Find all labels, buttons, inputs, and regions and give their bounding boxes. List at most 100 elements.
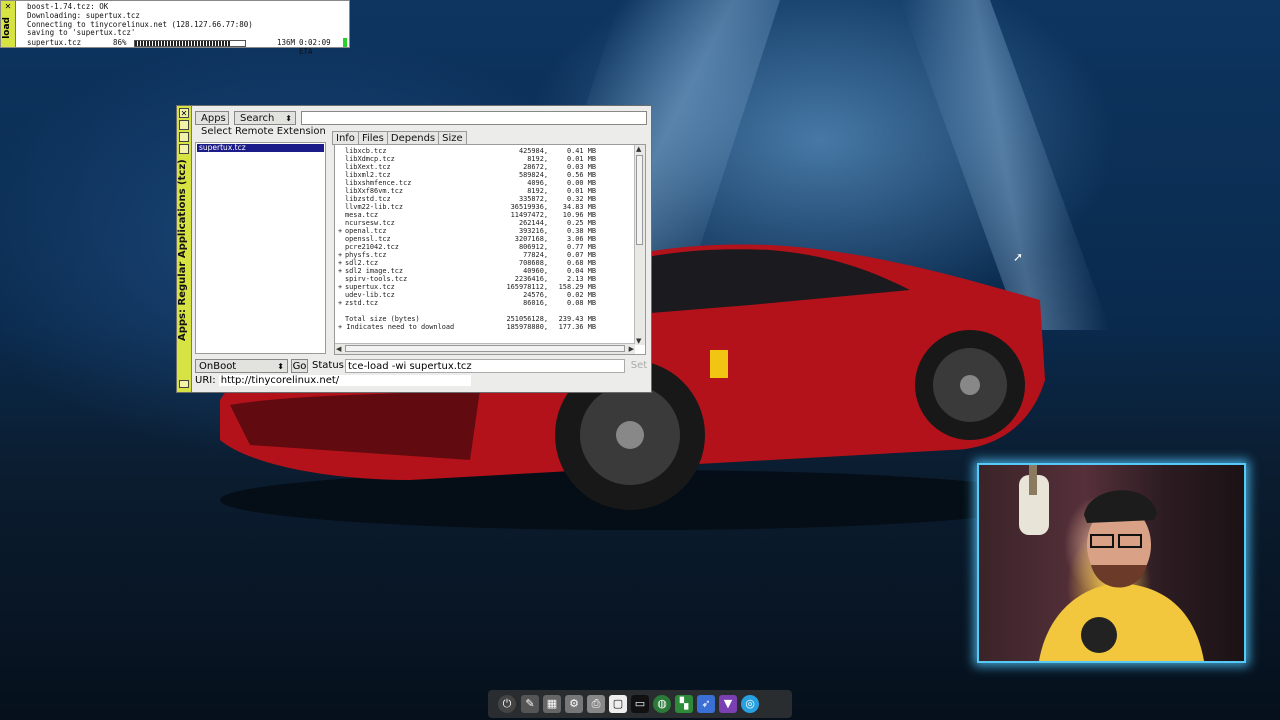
package-download-flag <box>338 291 345 299</box>
package-download-flag: + <box>338 251 343 259</box>
download-bytes: 185978880, <box>506 323 549 331</box>
package-mb: 0.08 MB <box>566 299 596 307</box>
close-icon[interactable]: ✕ <box>179 108 189 118</box>
package-download-flag <box>338 195 345 203</box>
install-mode-label: OnBoot <box>199 361 237 372</box>
package-name: libXext.tcz <box>345 163 391 171</box>
settings-gear-icon[interactable]: ⚙ <box>565 695 583 713</box>
power-icon[interactable]: ⏻ <box>498 695 516 713</box>
vertical-scrollbar[interactable]: ▲ ▼ <box>634 145 645 345</box>
printer-icon[interactable]: ⎙ <box>587 695 605 713</box>
package-mb: 0.00 MB <box>566 179 596 187</box>
package-bytes: 86016, <box>523 299 548 307</box>
package-bytes: 2236416, <box>514 275 548 283</box>
extension-list-item[interactable]: supertux.tcz <box>197 144 324 152</box>
terminal-icon[interactable]: ▭ <box>631 695 649 713</box>
package-mb: 10.96 MB <box>562 211 596 219</box>
package-download-flag <box>338 275 345 283</box>
action-row: OnBoot ⬍ Go Status tce-load -wi supertux… <box>195 359 649 373</box>
terminal-side-label: load <box>2 17 12 39</box>
package-bytes: 4096, <box>527 179 548 187</box>
horizontal-scrollbar[interactable]: ◀ ▶ <box>335 343 635 354</box>
swift-icon[interactable]: ➶ <box>697 695 715 713</box>
package-name: udev-lib.tcz <box>345 291 395 299</box>
resize-handle[interactable] <box>179 380 189 388</box>
package-name: libxml2.tcz <box>345 171 391 179</box>
select-extension-label: Select Remote Extension <box>201 126 326 137</box>
url-row: URI: http://tinycorelinux.net/ <box>195 375 471 386</box>
search-input[interactable] <box>301 111 647 125</box>
scroll-right-icon[interactable]: ▶ <box>629 345 634 353</box>
scroll-up-icon[interactable]: ▲ <box>636 145 641 153</box>
menu-icon[interactable] <box>179 144 189 154</box>
safari-icon[interactable]: ◎ <box>741 695 759 713</box>
tab-info[interactable]: Info <box>332 131 359 145</box>
package-name: pcre21042.tcz <box>345 243 399 251</box>
package-name: sdl2 image.tcz <box>345 267 404 275</box>
package-download-flag <box>338 171 345 179</box>
maximize-icon[interactable] <box>179 132 189 142</box>
package-download-flag: + <box>338 267 343 275</box>
scroll-thumb[interactable] <box>345 345 625 352</box>
globe-icon[interactable]: ◍ <box>653 695 671 713</box>
tab-files[interactable]: Files <box>357 131 388 145</box>
package-row: libxcb.tcz 425984, 0.41 MB <box>338 147 596 155</box>
package-mb: 0.41 MB <box>566 147 596 155</box>
search-mode-label: Search <box>240 113 275 124</box>
apps-grid-icon[interactable]: ▚ <box>675 695 693 713</box>
package-download-flag <box>338 147 345 155</box>
progress-filename: supertux.tcz <box>27 38 82 47</box>
package-download-flag <box>338 219 345 227</box>
chevron-updown-icon: ⬍ <box>285 114 292 123</box>
close-icon[interactable]: ✕ <box>3 2 13 11</box>
minimize-icon[interactable] <box>179 120 189 130</box>
tab-depends[interactable]: Depends <box>386 131 440 145</box>
package-bytes: 708608, <box>518 259 548 267</box>
package-row: + supertux.tcz 165978112, 158.29 MB <box>338 283 596 291</box>
download-progress-bar <box>134 40 246 47</box>
package-download-flag: + <box>338 283 343 291</box>
control-panel-icon[interactable]: ▦ <box>543 695 561 713</box>
package-row: ncursesw.tcz 262144, 0.25 MB <box>338 219 596 227</box>
package-name: openssl.tcz <box>345 235 391 243</box>
package-row: libzstd.tcz 335872, 0.32 MB <box>338 195 596 203</box>
go-button[interactable]: Go <box>291 359 308 373</box>
package-name: mesa.tcz <box>345 211 379 219</box>
scroll-thumb[interactable] <box>636 155 643 245</box>
taskbar-dock: ⏻ ✎ ▦ ⚙ ⎙ ▢ ▭ ◍ ▚ ➶ ▼ ◎ <box>488 690 792 718</box>
url-field[interactable]: http://tinycorelinux.net/ <box>218 375 471 386</box>
search-mode-select[interactable]: Search ⬍ <box>234 111 296 125</box>
terminal-line: saving to 'supertux.tcz' <box>27 28 136 38</box>
desktop-icon[interactable]: ▢ <box>609 695 627 713</box>
package-row: + sdl2 image.tcz 40960, 0.04 MB <box>338 267 596 275</box>
package-row: libXxf86vm.tcz 8192, 0.01 MB <box>338 187 596 195</box>
install-mode-select[interactable]: OnBoot ⬍ <box>195 359 288 373</box>
package-bytes: 8192, <box>527 187 548 195</box>
scroll-down-icon[interactable]: ▼ <box>636 337 641 345</box>
package-bytes: 40960, <box>523 267 548 275</box>
tab-size[interactable]: Size <box>438 131 467 145</box>
package-mb: 3.06 MB <box>566 235 596 243</box>
size-info-panel: libxcb.tcz 425984, 0.41 MB libXdmcp.tcz 8192… <box>334 144 646 355</box>
package-bytes: 806912, <box>518 243 548 251</box>
package-bytes: 393216, <box>518 227 548 235</box>
package-bytes: 335872, <box>518 195 548 203</box>
apps-button[interactable]: Apps <box>195 111 229 125</box>
set-button[interactable]: Set <box>629 359 649 373</box>
brave-icon[interactable]: ▼ <box>719 695 737 713</box>
webcam-overlay <box>977 463 1246 663</box>
package-mb: 0.03 MB <box>566 163 596 171</box>
package-mb: 0.04 MB <box>566 267 596 275</box>
download-row: + Indicates need to download 185978880, … <box>338 323 596 331</box>
package-name: supertux.tcz <box>345 283 395 291</box>
mouse-cursor: ➚ <box>1013 250 1024 264</box>
scroll-left-icon[interactable]: ◀ <box>336 345 341 353</box>
package-mb: 0.01 MB <box>566 155 596 163</box>
package-name: physfs.tcz <box>345 251 387 259</box>
progress-percent: 86% <box>113 38 127 47</box>
package-bytes: 77824, <box>523 251 548 259</box>
download-mb: 177.36 MB <box>558 323 596 331</box>
extension-list[interactable]: supertux.tcz <box>195 142 326 354</box>
paint-brush-icon[interactable]: ✎ <box>521 695 539 713</box>
status-field: tce-load -wi supertux.tcz <box>345 359 625 373</box>
